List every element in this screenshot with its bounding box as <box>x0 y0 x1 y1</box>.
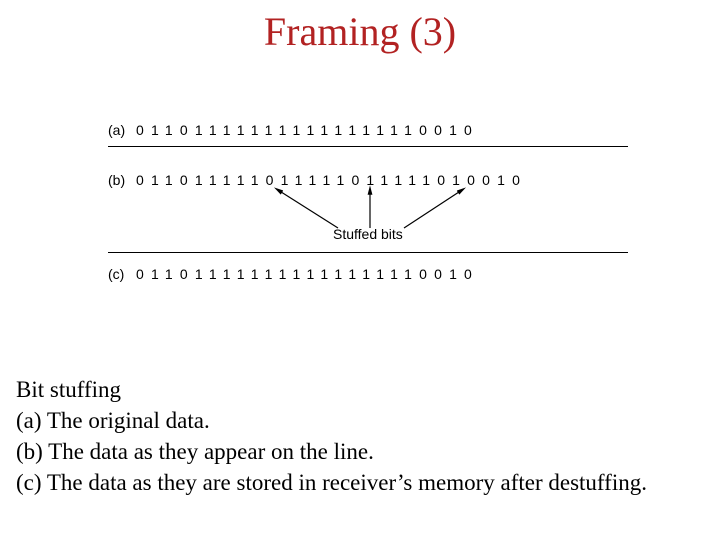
caption-intro: Bit stuffing <box>16 374 706 405</box>
caption-block: Bit stuffing (a) The original data. (b) … <box>16 374 706 498</box>
caption-c: (c) The data as they are stored in recei… <box>16 467 706 498</box>
figure-row-c: (c) 011011111111111111110010 <box>108 266 628 282</box>
divider-c <box>108 252 628 253</box>
caption-b: (b) The data as they appear on the line. <box>16 436 706 467</box>
divider-a <box>108 146 628 147</box>
row-c-label: (c) <box>108 266 136 282</box>
figure-row-a: (a) 011011111111111111110010 <box>108 122 628 138</box>
row-b-bits: 011011111011111011111010010 <box>136 172 527 188</box>
figure-row-b: (b) 011011111011111011111010010 <box>108 172 628 188</box>
slide-title: Framing (3) <box>0 8 720 55</box>
row-b-label: (b) <box>108 172 136 188</box>
caption-a: (a) The original data. <box>16 405 706 436</box>
slide: Framing (3) (a) 011011111111111111110010… <box>0 0 720 540</box>
row-c-bits: 011011111111111111110010 <box>136 266 479 282</box>
row-a-bits: 011011111111111111110010 <box>136 122 479 138</box>
bit-stuffing-figure: (a) 011011111111111111110010 (b) 0110111… <box>108 120 628 300</box>
stuffed-bits-label: Stuffed bits <box>333 226 403 242</box>
row-a-label: (a) <box>108 122 136 138</box>
